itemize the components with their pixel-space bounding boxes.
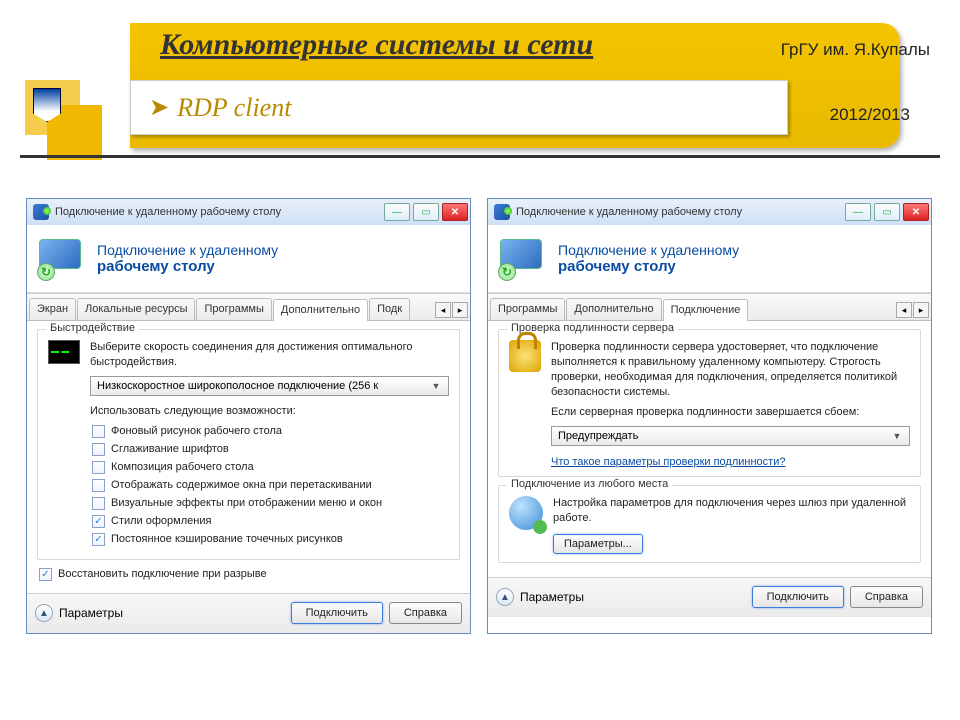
help-button[interactable]: Справка [389,602,462,624]
header-divider [20,155,940,158]
titlebar[interactable]: Подключение к удаленному рабочему столу … [488,199,931,225]
connect-button[interactable]: Подключить [752,586,844,608]
window-title: Подключение к удаленному рабочему столу [55,206,281,218]
auth-action-combo[interactable]: Предупреждать ▼ [551,426,910,446]
banner-line1: Подключение к удаленному [558,242,739,258]
checkbox-icon: ✓ [92,533,105,546]
subtitle-arrow-icon: ➤ [149,93,169,122]
close-button[interactable]: ✕ [442,203,468,221]
collapse-options-button[interactable]: ▲ [496,588,514,606]
auth-desc: Проверка подлинности сервера удостоверяе… [551,340,910,399]
banner: ↻ Подключение к удаленному рабочему стол… [488,225,931,293]
group-title-gateway: Подключение из любого места [507,478,672,490]
help-button[interactable]: Справка [850,586,923,608]
banner-line2: рабочему столу [558,258,739,275]
check-menu-animations[interactable]: Визуальные эффекты при отображении меню … [92,497,449,510]
banner: ↻ Подключение к удаленному рабочему стол… [27,225,470,293]
tab-advanced[interactable]: Дополнительно [273,299,368,321]
connection-speed-combo[interactable]: Низкоскоростное широкополосное подключен… [90,376,449,396]
options-label: Параметры [520,590,584,604]
features-checklist: Фоновый рисунок рабочего стола Сглаживан… [92,425,449,546]
tab-local-resources[interactable]: Локальные ресурсы [77,298,195,320]
tabs-scroll-left[interactable]: ◂ [896,302,912,318]
window-title: Подключение к удаленному рабочему столу [516,206,742,218]
performance-desc: Выберите скорость соединения для достиже… [90,340,449,370]
checkbox-icon [92,479,105,492]
connect-button[interactable]: Подключить [291,602,383,624]
gateway-desc: Настройка параметров для подключения чер… [553,496,910,526]
check-window-drag-contents[interactable]: Отображать содержимое окна при перетаски… [92,479,449,492]
tab-programs[interactable]: Программы [490,298,565,320]
check-reconnect[interactable]: ✓ Восстановить подключение при разрыве [39,568,460,581]
main-title: Компьютерные системы и сети [160,28,593,62]
check-desktop-composition[interactable]: Композиция рабочего стола [92,461,449,474]
slide-header: Компьютерные системы и сети ГрГУ им. Я.К… [0,0,960,160]
maximize-button[interactable]: ▭ [413,203,439,221]
tab-advanced[interactable]: Дополнительно [566,298,661,320]
checkbox-icon [92,497,105,510]
app-icon [33,204,49,220]
tabs-scroll-right[interactable]: ▸ [452,302,468,318]
check-desktop-background[interactable]: Фоновый рисунок рабочего стола [92,425,449,438]
tab-connection[interactable]: Подключение [663,299,749,321]
rdp-window-connection: Подключение к удаленному рабочему столу … [487,198,932,634]
options-label: Параметры [59,606,123,620]
tab-programs[interactable]: Программы [196,298,271,320]
rdp-window-advanced: Подключение к удаленному рабочему столу … [26,198,471,634]
combo-value: Низкоскоростное широкополосное подключен… [97,380,378,392]
tabs-row: Экран Локальные ресурсы Программы Дополн… [27,293,470,321]
checkbox-icon: ✓ [39,568,52,581]
chevron-down-icon: ▼ [428,378,444,394]
tabs-scroll-right[interactable]: ▸ [913,302,929,318]
checkbox-icon [92,461,105,474]
checkbox-icon [92,443,105,456]
group-performance: Быстродействие Выберите скорость соедине… [37,329,460,560]
titlebar[interactable]: Подключение к удаленному рабочему столу … [27,199,470,225]
tab-display[interactable]: Экран [29,298,76,320]
window-footer: ▲ Параметры Подключить Справка [27,593,470,633]
group-title-performance: Быстродействие [46,322,139,334]
gateway-settings-button[interactable]: Параметры... [553,534,643,554]
auth-fail-label: Если серверная проверка подлинности заве… [551,405,910,420]
rdp-banner-icon: ↻ [39,239,87,279]
rdp-banner-icon: ↻ [500,239,548,279]
banner-line2: рабочему столу [97,258,278,275]
academic-year: 2012/2013 [830,105,910,125]
combo-value: Предупреждать [558,430,638,442]
check-font-smoothing[interactable]: Сглаживание шрифтов [92,443,449,456]
minimize-button[interactable]: — [384,203,410,221]
checkbox-icon [92,425,105,438]
subtitle: RDP client [177,93,291,123]
tab-connection-truncated[interactable]: Подк [369,298,410,320]
university-name: ГрГУ им. Я.Купалы [781,40,930,60]
subtitle-bar: ➤ RDP client [130,80,788,135]
use-features-label: Использовать следующие возможности: [90,404,449,419]
check-bitmap-caching[interactable]: ✓Постоянное кэширование точечных рисунко… [92,533,449,546]
tabs-row: Программы Дополнительно Подключение ◂ ▸ [488,293,931,321]
close-button[interactable]: ✕ [903,203,929,221]
tabs-scroll-left[interactable]: ◂ [435,302,451,318]
group-server-auth: Проверка подлинности сервера Проверка по… [498,329,921,477]
banner-line1: Подключение к удаленному [97,242,278,258]
window-footer: ▲ Параметры Подключить Справка [488,577,931,617]
performance-icon [48,340,80,364]
auth-help-link[interactable]: Что такое параметры проверки подлинности… [551,456,785,468]
app-icon [494,204,510,220]
maximize-button[interactable]: ▭ [874,203,900,221]
globe-icon [509,496,543,530]
lock-icon [509,340,541,372]
chevron-down-icon: ▼ [889,428,905,444]
group-gateway: Подключение из любого места Настройка па… [498,485,921,563]
check-visual-styles[interactable]: ✓Стили оформления [92,515,449,528]
minimize-button[interactable]: — [845,203,871,221]
checkbox-icon: ✓ [92,515,105,528]
collapse-options-button[interactable]: ▲ [35,604,53,622]
